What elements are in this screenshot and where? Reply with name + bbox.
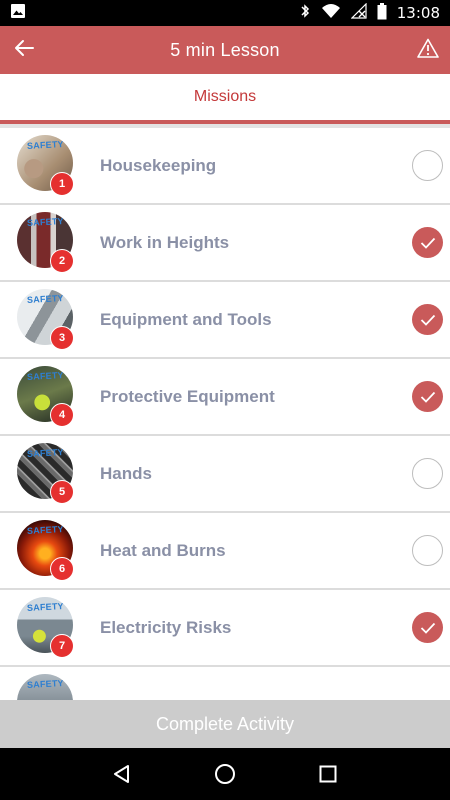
mission-thumbnail: SAFETY 1 [17, 135, 74, 196]
mission-number-badge: 1 [50, 172, 74, 196]
image-notification-icon [10, 3, 26, 24]
safety-caption: SAFETY [26, 678, 64, 690]
complete-activity-button[interactable]: Complete Activity [0, 700, 450, 748]
mission-thumbnail: SAFETY 2 [17, 212, 74, 273]
mission-item-equipment-and-tools[interactable]: SAFETY 3 Equipment and Tools [0, 282, 450, 359]
mission-thumbnail: SAFETY 7 [17, 597, 74, 658]
mission-thumbnail: SAFETY 3 [17, 289, 74, 350]
mission-number-badge: 7 [50, 634, 74, 658]
checkbox[interactable] [412, 150, 443, 181]
tab-bar: Missions [0, 74, 450, 120]
check-icon [420, 237, 435, 249]
checkbox-checked[interactable] [412, 227, 443, 258]
report-button[interactable] [416, 38, 440, 62]
bluetooth-icon [299, 3, 311, 23]
checkbox[interactable] [412, 458, 443, 489]
mission-title: Equipment and Tools [100, 309, 272, 329]
missions-list[interactable]: SAFETY 1 Housekeeping SAFETY 2 Work in H… [0, 128, 450, 700]
safety-caption: SAFETY [26, 447, 64, 459]
nav-home-button[interactable] [205, 754, 245, 794]
mission-item-electricity-risks[interactable]: SAFETY 7 Electricity Risks [0, 590, 450, 667]
square-recents-icon [319, 765, 337, 783]
navigation-bar [0, 748, 450, 800]
wifi-icon [321, 3, 341, 23]
warning-icon [417, 38, 439, 63]
tab-missions[interactable]: Missions [194, 88, 256, 106]
mission-title: Work in Heights [100, 232, 230, 252]
mission-number-badge: 2 [50, 249, 74, 273]
nav-back-button[interactable] [102, 754, 142, 794]
safety-caption: SAFETY [26, 139, 64, 151]
mission-number-badge: 3 [50, 326, 74, 350]
back-button[interactable] [2, 26, 46, 74]
arrow-left-icon [13, 39, 35, 62]
mission-number-badge: 4 [50, 403, 74, 427]
mission-title: Housekeeping [100, 155, 217, 175]
checkbox-checked[interactable] [412, 612, 443, 643]
safety-caption: SAFETY [26, 216, 64, 228]
mission-title: Electricity Risks [100, 617, 232, 637]
safety-caption: SAFETY [26, 293, 64, 305]
safety-caption: SAFETY [26, 370, 64, 382]
mission-number-badge: 6 [50, 557, 74, 581]
mission-title: Protective Equipment [100, 386, 275, 406]
safety-caption: SAFETY [26, 601, 64, 613]
mission-item-housekeeping[interactable]: SAFETY 1 Housekeeping [0, 128, 450, 205]
nav-recents-button[interactable] [308, 754, 348, 794]
triangle-back-icon [113, 765, 129, 783]
check-icon [420, 314, 435, 326]
mission-item-partial[interactable]: SAFETY [0, 667, 450, 700]
mission-thumbnail: SAFETY [17, 674, 73, 700]
check-icon [420, 622, 435, 634]
checkbox-checked[interactable] [412, 381, 443, 412]
mission-item-hands[interactable]: SAFETY 5 Hands [0, 436, 450, 513]
safety-caption: SAFETY [26, 524, 64, 536]
no-signal-icon [350, 2, 367, 23]
mission-thumbnail: SAFETY 6 [17, 520, 74, 581]
mission-thumbnail: SAFETY 5 [17, 443, 74, 504]
mission-title: Heat and Burns [100, 540, 226, 560]
mission-title: Hands [100, 463, 152, 483]
status-bar: 13:08 [0, 0, 450, 26]
check-icon [420, 391, 435, 403]
mission-item-heat-and-burns[interactable]: SAFETY 6 Heat and Burns [0, 513, 450, 590]
mission-item-work-in-heights[interactable]: SAFETY 2 Work in Heights [0, 205, 450, 282]
battery-icon [377, 2, 387, 24]
clock: 13:08 [396, 4, 440, 22]
mission-thumbnail: SAFETY 4 [17, 366, 74, 427]
checkbox[interactable] [412, 535, 443, 566]
circle-home-icon [214, 764, 235, 784]
mission-number-badge: 5 [50, 480, 74, 504]
mission-item-protective-equipment[interactable]: SAFETY 4 Protective Equipment [0, 359, 450, 436]
page-title: 5 min Lesson [170, 39, 280, 60]
checkbox-checked[interactable] [412, 304, 443, 335]
app-bar: 5 min Lesson [0, 26, 450, 74]
